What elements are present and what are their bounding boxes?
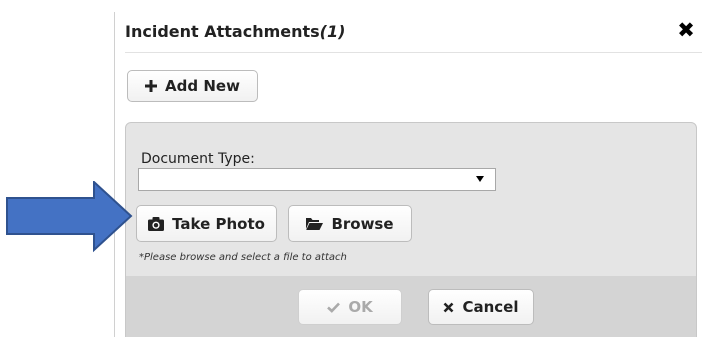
attachment-count: (1) bbox=[319, 22, 346, 41]
browse-label: Browse bbox=[331, 214, 394, 233]
dialog-footer bbox=[126, 276, 696, 337]
take-photo-button[interactable]: Take Photo bbox=[136, 205, 277, 242]
annotation-arrow bbox=[6, 181, 133, 253]
document-type-select[interactable] bbox=[138, 168, 496, 191]
close-icon[interactable]: ✖ bbox=[675, 18, 697, 42]
header-divider bbox=[125, 52, 702, 53]
incident-attachments-dialog: Incident Attachments(1) ✖ Add New Docume… bbox=[114, 12, 702, 337]
ok-button[interactable]: OK bbox=[298, 289, 402, 325]
dialog-header: Incident Attachments(1) ✖ bbox=[115, 12, 702, 53]
add-new-label: Add New bbox=[165, 77, 240, 95]
folder-open-icon bbox=[306, 217, 324, 230]
document-type-label: Document Type: bbox=[141, 151, 255, 167]
add-new-button[interactable]: Add New bbox=[127, 70, 258, 102]
cancel-label: Cancel bbox=[462, 298, 519, 316]
ok-label: OK bbox=[348, 298, 373, 316]
times-icon bbox=[443, 302, 454, 313]
camera-icon bbox=[148, 216, 165, 231]
plus-icon bbox=[145, 80, 158, 92]
attach-hint: *Please browse and select a file to atta… bbox=[139, 252, 347, 263]
attachment-form-panel: Document Type: Take Photo Browse *Please… bbox=[125, 122, 697, 337]
take-photo-label: Take Photo bbox=[172, 214, 265, 233]
cancel-button[interactable]: Cancel bbox=[428, 289, 534, 325]
dialog-title: Incident Attachments(1) bbox=[125, 22, 345, 41]
check-icon bbox=[327, 302, 341, 313]
dialog-title-text: Incident Attachments bbox=[125, 22, 320, 41]
chevron-down-icon bbox=[476, 176, 484, 182]
browse-button[interactable]: Browse bbox=[288, 205, 412, 242]
